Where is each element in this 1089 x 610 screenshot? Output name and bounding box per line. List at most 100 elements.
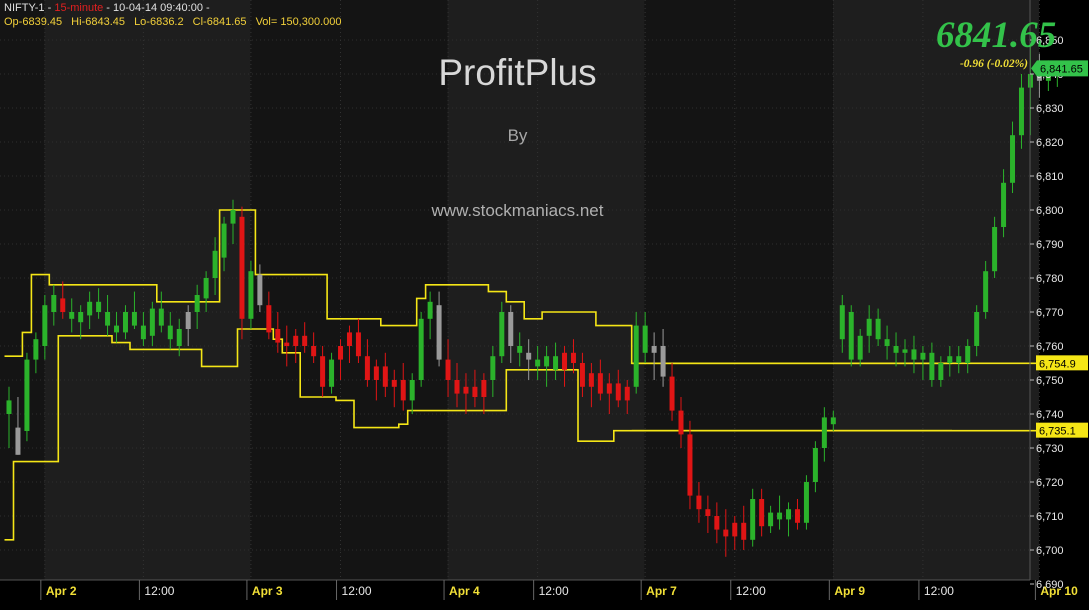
candle-body — [1010, 135, 1016, 183]
candle-body — [705, 509, 711, 516]
candle-body — [499, 312, 505, 357]
candle-body — [597, 373, 603, 394]
candle-body — [445, 359, 451, 380]
candle-body — [553, 356, 559, 370]
candle-body — [355, 332, 361, 357]
candle-body — [230, 210, 236, 224]
candle-body — [517, 346, 523, 353]
y-tick-label: 6,720 — [1036, 477, 1064, 489]
candle-body — [535, 359, 541, 367]
candle-body — [606, 383, 612, 394]
candle-body — [176, 329, 182, 346]
candle-body — [427, 301, 433, 319]
y-tick-label: 6,740 — [1036, 409, 1064, 421]
candle-body — [346, 332, 352, 346]
y-tick-label: 6,800 — [1036, 205, 1064, 217]
candle-body — [794, 509, 800, 523]
candle-body — [257, 274, 263, 306]
candle-body — [105, 312, 111, 326]
candle-body — [15, 427, 21, 455]
symbol-header: NIFTY-1 - 15-minute - 10-04-14 09:40:00 … — [4, 2, 210, 14]
candle-body — [615, 383, 621, 401]
candle-body — [194, 295, 200, 312]
candle-body — [642, 325, 648, 353]
y-tick-label: 6,790 — [1036, 239, 1064, 251]
y-tick-label: 6,710 — [1036, 511, 1064, 523]
candle-body — [167, 325, 173, 340]
candle-body — [911, 349, 917, 360]
candle-body — [131, 312, 137, 326]
session-band — [832, 0, 1039, 580]
candle-body — [526, 352, 532, 360]
candle-body — [633, 325, 639, 387]
candle-body — [624, 386, 630, 401]
candle-body — [418, 318, 424, 380]
candle-body — [866, 318, 872, 336]
watermark-url: www.stockmaniacs.net — [431, 201, 604, 220]
candle-body — [490, 356, 496, 380]
x-tick-label: Apr 9 — [834, 584, 865, 598]
candle-body — [848, 312, 854, 360]
candle-body — [750, 499, 756, 540]
y-tick-label: 6,730 — [1036, 443, 1064, 455]
candle-body — [311, 346, 317, 357]
candle-body — [203, 278, 209, 299]
x-tick-label: 12:00 — [539, 584, 569, 598]
candle-body — [436, 305, 442, 360]
candle-body — [221, 223, 227, 258]
candle-body — [839, 305, 845, 340]
candle-body — [786, 509, 792, 520]
candle-body — [714, 516, 720, 530]
candle-body — [669, 376, 675, 411]
candle-body — [6, 400, 12, 414]
x-tick-label: Apr 2 — [46, 584, 77, 598]
candle-body — [302, 335, 308, 346]
candle-body — [248, 271, 254, 319]
candle-body — [463, 386, 469, 394]
candle-body — [938, 363, 944, 380]
watermark-title: ProfitPlus — [438, 52, 597, 93]
candle-body — [893, 346, 899, 353]
x-tick-label: 12:00 — [736, 584, 766, 598]
candle-body — [562, 352, 568, 370]
x-tick-label: 12:00 — [924, 584, 954, 598]
candle-body — [768, 512, 774, 527]
candle-body — [42, 305, 48, 346]
candle-body — [651, 346, 657, 353]
candle-body — [275, 329, 281, 343]
candle-body — [239, 216, 245, 319]
y-tick-label: 6,830 — [1036, 103, 1064, 115]
candle-body — [481, 380, 487, 397]
low-value: Lo-6836.2 — [134, 16, 184, 28]
candle-body — [678, 410, 684, 435]
watermark-by: By — [507, 126, 528, 145]
candle-body — [33, 339, 39, 360]
timeframe-label: 15-minute — [54, 2, 104, 14]
candle-body — [920, 352, 926, 360]
x-tick-label: 12:00 — [342, 584, 372, 598]
high-value: Hi-6843.45 — [71, 16, 125, 28]
candle-body — [338, 346, 344, 360]
candle-body — [821, 417, 827, 448]
session-band — [0, 0, 45, 580]
candle-body — [965, 346, 971, 363]
last-price-badge-label: 6,841.65 — [1040, 63, 1083, 75]
x-tick-label: Apr 4 — [449, 584, 480, 598]
candle-body — [544, 356, 550, 367]
last-price-large: 6841.65 — [936, 15, 1057, 56]
x-tick-label: Apr 7 — [646, 584, 677, 598]
candle-body — [382, 366, 388, 387]
candle-body — [992, 227, 998, 272]
candle-body — [149, 308, 155, 336]
candle-body — [974, 312, 980, 346]
candle-body — [87, 301, 93, 316]
candle-body — [212, 250, 218, 278]
candle-body — [723, 529, 729, 537]
level-badge-label: 6,735.1 — [1039, 426, 1076, 438]
candle-body — [320, 356, 326, 387]
candle-body — [69, 312, 75, 319]
candle-body — [472, 386, 478, 397]
symbol-name: NIFTY-1 — [4, 2, 45, 14]
y-tick-label: 6,770 — [1036, 307, 1064, 319]
y-tick-label: 6,700 — [1036, 545, 1064, 557]
